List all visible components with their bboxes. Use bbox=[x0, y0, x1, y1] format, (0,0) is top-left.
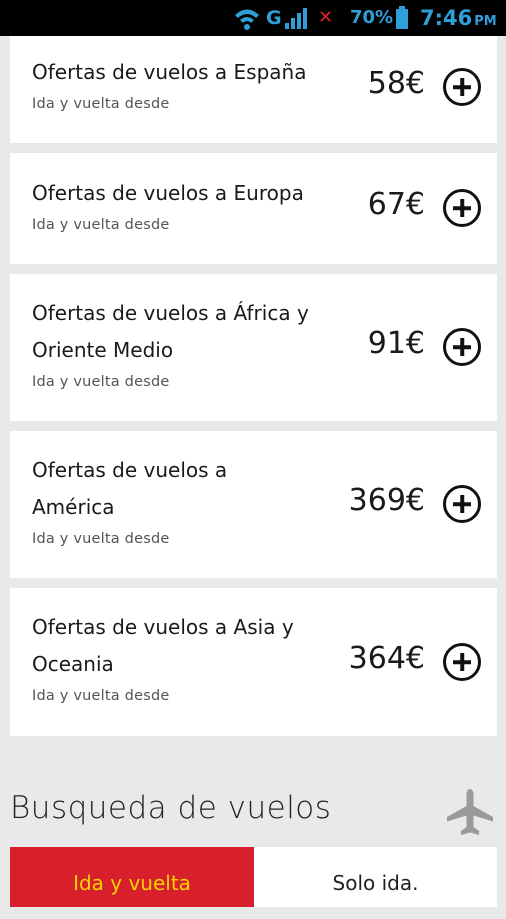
offer-title: Ofertas de vuelos a Europa bbox=[32, 181, 304, 205]
add-offer-button[interactable] bbox=[443, 643, 481, 681]
offer-subtitle: Ida y vuelta desde bbox=[32, 688, 170, 704]
add-offer-button[interactable] bbox=[443, 68, 481, 106]
offer-title: Ofertas de vuelos a África y Oriente Med… bbox=[32, 301, 309, 362]
tab-one-way[interactable]: Solo ida. bbox=[254, 847, 497, 907]
offer-price: 58€ bbox=[367, 66, 425, 101]
offer-subtitle: Ida y vuelta desde bbox=[32, 217, 170, 233]
wifi-icon bbox=[234, 0, 260, 36]
offer-card-espana[interactable]: Ofertas de vuelos a España Ida y vuelta … bbox=[10, 36, 497, 143]
offer-price: 67€ bbox=[367, 187, 425, 222]
offer-subtitle: Ida y vuelta desde bbox=[32, 531, 170, 547]
search-section-title: Busqueda de vuelos bbox=[10, 790, 332, 826]
offer-subtitle: Ida y vuelta desde bbox=[32, 96, 170, 112]
signal-icon bbox=[284, 0, 308, 36]
offer-card-africa[interactable]: Ofertas de vuelos a África y Oriente Med… bbox=[10, 274, 497, 421]
offer-price: 91€ bbox=[367, 326, 425, 361]
no-sim-icon: ✕ bbox=[318, 7, 334, 28]
add-offer-button[interactable] bbox=[443, 485, 481, 523]
add-offer-button[interactable] bbox=[443, 328, 481, 366]
battery-icon bbox=[395, 0, 409, 36]
offer-price: 364€ bbox=[348, 641, 425, 676]
offer-price: 369€ bbox=[348, 483, 425, 518]
offer-title: Ofertas de vuelos a Asia y Oceania bbox=[32, 615, 294, 676]
tab-round-trip[interactable]: Ida y vuelta bbox=[10, 847, 254, 907]
clock-time: 7:46 bbox=[420, 6, 473, 30]
network-type-label: G bbox=[266, 7, 282, 29]
status-bar: G ✕ 70% 7:46 PM bbox=[0, 0, 506, 36]
offer-card-america[interactable]: Ofertas de vuelos a América Ida y vuelta… bbox=[10, 431, 497, 578]
offer-title: Ofertas de vuelos a España bbox=[32, 60, 307, 84]
offer-card-asia[interactable]: Ofertas de vuelos a Asia y Oceania Ida y… bbox=[10, 588, 497, 736]
clock: 7:46 PM bbox=[420, 0, 497, 36]
offer-title: Ofertas de vuelos a América bbox=[32, 458, 228, 519]
clock-ampm: PM bbox=[474, 14, 497, 29]
add-offer-button[interactable] bbox=[443, 189, 481, 227]
airplane-icon bbox=[444, 787, 496, 839]
offer-card-europa[interactable]: Ofertas de vuelos a Europa Ida y vuelta … bbox=[10, 153, 497, 264]
offer-subtitle: Ida y vuelta desde bbox=[32, 374, 170, 390]
battery-percent: 70% bbox=[350, 7, 394, 28]
